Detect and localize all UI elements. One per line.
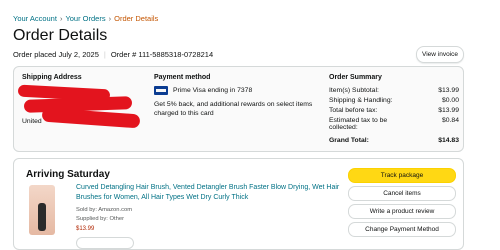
summary-value: $13.99 <box>438 87 459 94</box>
summary-label: Grand Total: <box>329 137 369 144</box>
meta-divider: | <box>103 50 106 59</box>
order-summary-heading: Order Summary <box>329 74 382 81</box>
summary-row: Total before tax: $13.99 <box>329 107 459 114</box>
breadcrumb-current: Order Details <box>114 14 159 23</box>
view-invoice-button[interactable]: View invoice <box>416 46 464 63</box>
shipping-country-fragment: United <box>22 118 42 125</box>
summary-label: Estimated tax to be collected: <box>329 117 388 131</box>
breadcrumb-your-account[interactable]: Your Account <box>13 14 57 23</box>
breadcrumb: Your Account › Your Orders › Order Details <box>13 14 158 23</box>
supplied-by-text: Supplied by: Other <box>76 216 125 222</box>
summary-value: $0.00 <box>441 97 459 104</box>
breadcrumb-separator: › <box>59 14 63 23</box>
sold-by-text: Sold by: Amazon.com <box>76 207 133 213</box>
summary-value: $0.84 <box>441 117 459 124</box>
product-price: $13.99 <box>76 226 95 232</box>
cancel-items-button[interactable]: Cancel items <box>348 186 456 201</box>
summary-value: $14.83 <box>438 137 459 144</box>
change-payment-button[interactable]: Change Payment Method <box>348 222 456 237</box>
visa-card-icon <box>154 86 168 95</box>
track-package-button[interactable]: Track package <box>348 168 456 183</box>
redaction-mark <box>41 107 141 129</box>
write-review-button[interactable]: Write a product review <box>348 204 456 219</box>
summary-label: Shipping & Handling: <box>329 97 393 104</box>
breadcrumb-your-orders[interactable]: Your Orders <box>65 14 105 23</box>
payment-reward-text: Get 5% back, and additional rewards on s… <box>154 101 313 117</box>
buy-again-button[interactable] <box>76 237 134 249</box>
order-number: Order # 111-5885318-0728214 <box>110 50 214 59</box>
summary-value: $13.99 <box>438 107 459 114</box>
breadcrumb-separator: › <box>108 14 112 23</box>
delivery-status: Arriving Saturday <box>26 169 110 180</box>
payment-method-heading: Payment method <box>154 74 211 81</box>
order-summary-card: Shipping Address United Payment method P… <box>13 66 464 152</box>
summary-label: Item(s) Subtotal: <box>329 87 379 94</box>
summary-label: Total before tax: <box>329 107 378 114</box>
summary-row: Item(s) Subtotal: $13.99 <box>329 87 459 94</box>
summary-row: Shipping & Handling: $0.00 <box>329 97 459 104</box>
product-image[interactable] <box>29 185 55 235</box>
order-placed-date: Order placed July 2, 2025 <box>13 50 99 59</box>
shipment-card: Arriving Saturday Curved Detangling Hair… <box>13 158 464 250</box>
page-title: Order Details <box>13 27 108 44</box>
order-meta: Order placed July 2, 2025 | Order # 111-58… <box>13 50 213 59</box>
product-title-link[interactable]: Curved Detangling Hair Brush, Vented Det… <box>76 183 356 203</box>
summary-grand-total-row: Grand Total: $14.83 <box>329 137 459 144</box>
summary-row: Estimated tax to be collected: $0.84 <box>329 117 459 131</box>
shipping-address-heading: Shipping Address <box>22 74 82 81</box>
payment-card-label: Prime Visa ending in 7378 <box>173 87 253 94</box>
